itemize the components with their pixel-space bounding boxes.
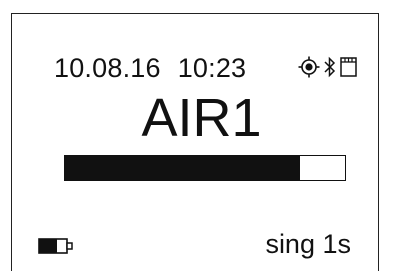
level-bar-fill <box>65 156 301 180</box>
level-bar <box>64 155 346 181</box>
sd-card-icon <box>340 57 357 77</box>
station-name: AIR1 <box>141 88 262 148</box>
status-line: 10.08.16 10:23 <box>54 50 246 86</box>
date-text: 10.08.16 <box>54 52 161 83</box>
bluetooth-icon <box>323 56 337 78</box>
battery-icon <box>38 236 78 261</box>
status-icons <box>298 54 357 80</box>
time-text: 10:23 <box>177 52 247 83</box>
mode-status-text: sing 1s <box>265 229 351 259</box>
gps-icon <box>298 56 320 78</box>
